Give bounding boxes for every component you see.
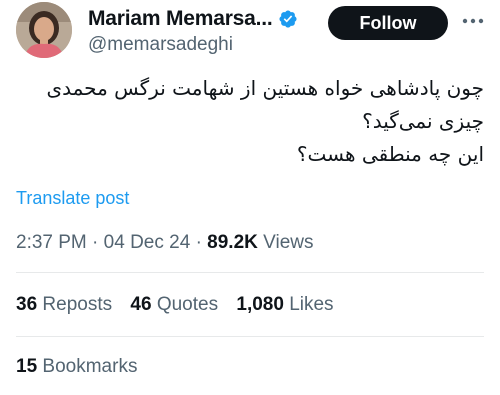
bookmarks-stat[interactable]: 15 Bookmarks [16,356,137,378]
post-header: Mariam Memarsa... @memarsadeghi Follow [16,2,484,58]
likes-stat[interactable]: 1,080 Likes [236,294,333,315]
post-metadata: 2:37 PM · 04 Dec 24 · 89.2K Views [16,232,314,254]
likes-count: 1,080 [236,294,284,315]
divider [16,272,484,273]
meta-separator: · [195,232,202,253]
avatar[interactable] [16,2,72,58]
quotes-count: 46 [130,294,152,315]
more-dots-icon [462,18,484,24]
reposts-count: 36 [16,294,38,315]
post-text: چون پادشاهی خواه هستین از شهامت نرگس محم… [16,72,484,171]
post-text-line: این چه منطقی هست؟ [296,142,484,166]
quotes-label: Quotes [156,294,219,315]
divider [16,336,484,337]
translate-post-link[interactable]: Translate post [16,188,129,209]
avatar-photo-icon [16,2,72,58]
verified-badge-icon [278,10,297,28]
follow-button[interactable]: Follow [328,6,448,40]
quotes-stat[interactable]: 46 Quotes [130,294,218,315]
post-date[interactable]: 04 Dec 24 [104,232,191,253]
post-time[interactable]: 2:37 PM [16,232,87,253]
user-handle[interactable]: @memarsadeghi [88,34,298,56]
bookmarks-count: 15 [16,356,38,377]
meta-separator: · [92,232,99,253]
post-text-line: چیزی نمی‌گید؟ [362,109,484,133]
display-name[interactable]: Mariam Memarsa... [88,7,273,31]
post-text-line: چون پادشاهی خواه هستین از شهامت نرگس محم… [46,76,484,100]
reposts-stat[interactable]: 36 Reposts [16,294,112,315]
reposts-label: Reposts [42,294,113,315]
more-options-button[interactable] [462,10,484,32]
views-label: Views [263,232,314,253]
user-info[interactable]: Mariam Memarsa... @memarsadeghi [88,6,298,56]
views-count: 89.2K [207,232,258,253]
engagement-stats: 36 Reposts 46 Quotes 1,080 Likes [16,294,347,316]
likes-label: Likes [289,294,334,315]
bookmarks-label: Bookmarks [42,356,138,377]
